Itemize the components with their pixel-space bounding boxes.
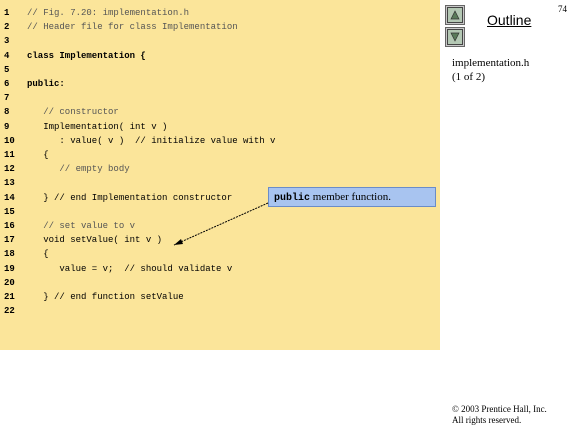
file-name: implementation.h bbox=[452, 57, 530, 69]
code-line: 8 // constructor bbox=[0, 105, 440, 119]
line-number: 17 bbox=[4, 235, 15, 246]
code-line: 3 bbox=[0, 34, 440, 48]
code-text: value = v; // should validate v bbox=[27, 263, 233, 274]
code-text: public: bbox=[27, 79, 65, 89]
line-number: 2 bbox=[4, 22, 10, 33]
code-line: 6 public: bbox=[0, 77, 440, 91]
line-number: 7 bbox=[4, 93, 10, 104]
code-text: // Header file for class Implementation bbox=[27, 22, 238, 33]
code-text: class Implementation { bbox=[27, 50, 146, 61]
triangle-down-icon bbox=[450, 32, 460, 42]
callout-keyword: public bbox=[274, 193, 311, 204]
line-number: 3 bbox=[4, 36, 10, 47]
code-line: 7 bbox=[0, 91, 440, 105]
triangle-up-icon bbox=[450, 10, 460, 20]
code-line: 12 // empty body bbox=[0, 162, 440, 176]
line-number: 13 bbox=[4, 178, 15, 189]
copyright-notice: © 2003 Prentice Hall, Inc. All rights re… bbox=[452, 404, 547, 426]
line-number: 16 bbox=[4, 221, 15, 231]
code-line: 21 } // end function setValue bbox=[0, 290, 440, 304]
code-text: // set value to v bbox=[27, 221, 136, 231]
code-text: } // end function setValue bbox=[27, 292, 184, 302]
code-line: 17 void setValue( int v ) bbox=[0, 233, 440, 247]
line-number: 20 bbox=[4, 277, 15, 288]
line-number: 18 bbox=[4, 249, 15, 260]
line-number: 8 bbox=[4, 107, 10, 118]
line-number: 5 bbox=[4, 64, 10, 75]
copyright-line-2: All rights reserved. bbox=[452, 415, 522, 425]
outline-title[interactable]: Outline bbox=[487, 12, 531, 28]
code-text: : value( v ) // initialize value with v bbox=[27, 135, 276, 146]
code-text: } // end Implementation constructor bbox=[27, 192, 233, 203]
line-number: 4 bbox=[4, 50, 10, 61]
callout-text: member function. bbox=[310, 191, 391, 203]
code-text: void setValue( int v ) bbox=[27, 235, 163, 246]
code-text: // empty body bbox=[27, 164, 130, 175]
line-number: 14 bbox=[4, 192, 15, 203]
line-number: 15 bbox=[4, 206, 15, 217]
code-line: 20 bbox=[0, 276, 440, 290]
file-part: (1 of 2) bbox=[452, 71, 485, 83]
code-line: 19 value = v; // should validate v bbox=[0, 262, 440, 276]
line-number: 19 bbox=[4, 263, 15, 274]
line-number: 12 bbox=[4, 164, 15, 175]
previous-slide-button[interactable] bbox=[445, 5, 465, 25]
code-line: 1 // Fig. 7.20: implementation.h bbox=[0, 6, 440, 20]
code-line: 16 // set value to v bbox=[0, 219, 440, 233]
code-line: 9 Implementation( int v ) bbox=[0, 120, 440, 134]
line-number: 6 bbox=[4, 79, 10, 89]
copyright-line-1: © 2003 Prentice Hall, Inc. bbox=[452, 404, 547, 414]
code-line: 10 : value( v ) // initialize value with… bbox=[0, 134, 440, 148]
code-listing-panel: 1 // Fig. 7.20: implementation.h 2 // Heade… bbox=[0, 0, 440, 350]
page-number: 74 bbox=[558, 4, 567, 14]
line-number: 22 bbox=[4, 306, 15, 317]
next-slide-button[interactable] bbox=[445, 27, 465, 47]
line-number: 10 bbox=[4, 135, 15, 146]
code-line: 11 { bbox=[0, 148, 440, 162]
callout-public-member-function: public member function. bbox=[268, 187, 436, 207]
line-number: 21 bbox=[4, 292, 15, 302]
code-line: 18 { bbox=[0, 247, 440, 261]
code-text: // Fig. 7.20: implementation.h bbox=[27, 8, 190, 18]
code-text: { bbox=[27, 150, 49, 160]
code-text: // constructor bbox=[27, 107, 119, 118]
code-line: 4 class Implementation { bbox=[0, 49, 440, 63]
line-number: 11 bbox=[4, 150, 15, 160]
line-number: 1 bbox=[4, 8, 10, 18]
code-text: Implementation( int v ) bbox=[27, 121, 168, 132]
line-number: 9 bbox=[4, 121, 10, 132]
code-line: 5 bbox=[0, 63, 440, 77]
code-line: 22 bbox=[0, 304, 440, 318]
code-line: 2 // Header file for class Implementation bbox=[0, 20, 440, 34]
code-text: { bbox=[27, 249, 49, 260]
file-label: implementation.h (1 of 2) bbox=[452, 56, 529, 84]
